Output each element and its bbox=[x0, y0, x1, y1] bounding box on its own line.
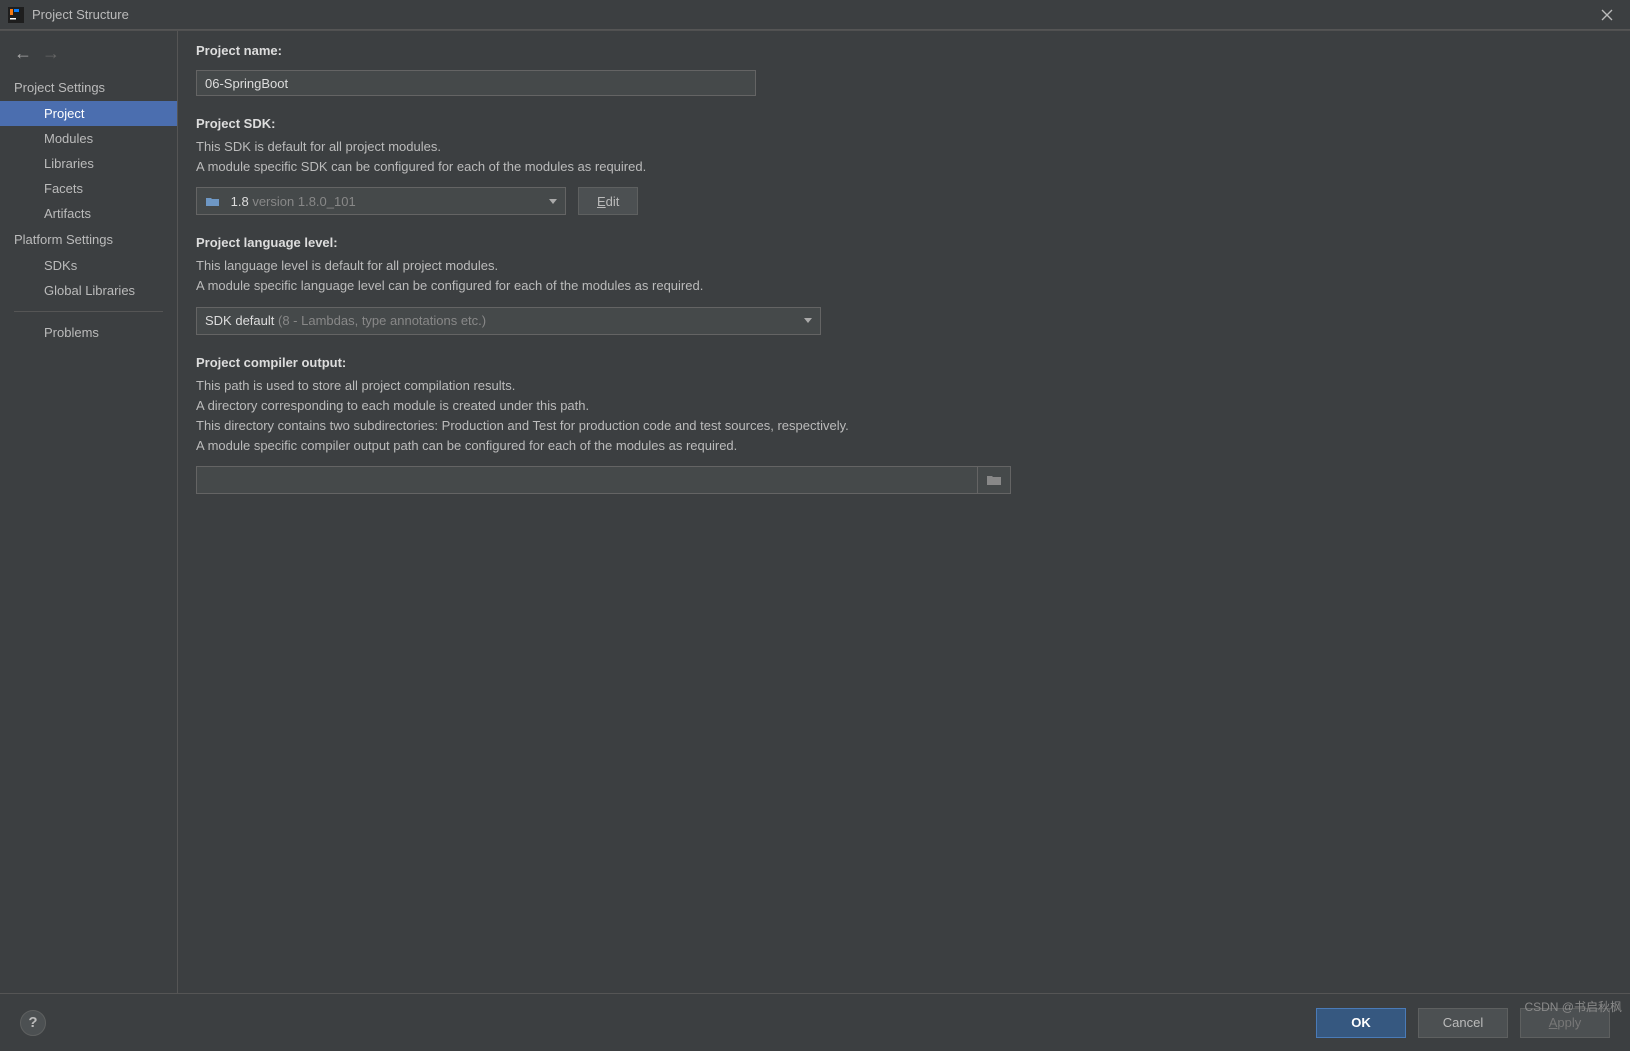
compiler-output-desc3: This directory contains two subdirectori… bbox=[196, 416, 1610, 436]
chevron-down-icon bbox=[549, 199, 557, 204]
project-name-input[interactable] bbox=[196, 70, 756, 96]
sidebar-heading-platform-settings: Platform Settings bbox=[0, 226, 177, 253]
langlevel-selected-sub: (8 - Lambdas, type annotations etc.) bbox=[278, 313, 486, 328]
sidebar-heading-project-settings: Project Settings bbox=[0, 74, 177, 101]
back-arrow-icon[interactable]: ← bbox=[14, 43, 32, 64]
project-name-section: Project name: bbox=[196, 43, 1610, 96]
footer: ? OK Cancel Apply bbox=[0, 993, 1630, 1051]
chevron-down-icon bbox=[804, 318, 812, 323]
sidebar-item-global-libraries[interactable]: Global Libraries bbox=[0, 278, 177, 303]
sdk-selected-main: 1.8 bbox=[231, 194, 249, 209]
cancel-button[interactable]: Cancel bbox=[1418, 1008, 1508, 1038]
project-sdk-section: Project SDK: This SDK is default for all… bbox=[196, 116, 1610, 215]
compiler-output-input[interactable] bbox=[196, 466, 977, 494]
language-level-desc1: This language level is default for all p… bbox=[196, 256, 1610, 276]
apply-button: Apply bbox=[1520, 1008, 1610, 1038]
compiler-output-desc2: A directory corresponding to each module… bbox=[196, 396, 1610, 416]
sidebar-divider bbox=[14, 311, 163, 312]
browse-button[interactable] bbox=[977, 466, 1011, 494]
sidebar: ← → Project Settings Project Modules Lib… bbox=[0, 31, 178, 993]
compiler-output-label: Project compiler output: bbox=[196, 355, 1610, 370]
titlebar: Project Structure bbox=[0, 0, 1630, 30]
sidebar-item-libraries[interactable]: Libraries bbox=[0, 151, 177, 176]
ok-button[interactable]: OK bbox=[1316, 1008, 1406, 1038]
sidebar-item-modules[interactable]: Modules bbox=[0, 126, 177, 151]
sidebar-item-artifacts[interactable]: Artifacts bbox=[0, 201, 177, 226]
compiler-output-section: Project compiler output: This path is us… bbox=[196, 355, 1610, 495]
folder-icon bbox=[986, 474, 1002, 486]
sidebar-item-problems[interactable]: Problems bbox=[0, 320, 177, 345]
help-button[interactable]: ? bbox=[20, 1010, 46, 1036]
sdk-selected-sub: version 1.8.0_101 bbox=[252, 194, 355, 209]
language-level-combo[interactable]: SDK default (8 - Lambdas, type annotatio… bbox=[196, 307, 821, 335]
project-sdk-combo[interactable]: 1.8 version 1.8.0_101 bbox=[196, 187, 566, 215]
compiler-output-desc4: A module specific compiler output path c… bbox=[196, 436, 1610, 456]
forward-arrow-icon: → bbox=[42, 43, 60, 64]
sidebar-item-facets[interactable]: Facets bbox=[0, 176, 177, 201]
content-panel: Project name: Project SDK: This SDK is d… bbox=[178, 31, 1630, 993]
langlevel-selected-main: SDK default bbox=[205, 313, 274, 328]
language-level-section: Project language level: This language le… bbox=[196, 235, 1610, 334]
project-sdk-desc1: This SDK is default for all project modu… bbox=[196, 137, 1610, 157]
close-button[interactable] bbox=[1592, 0, 1622, 30]
language-level-desc2: A module specific language level can be … bbox=[196, 276, 1610, 296]
language-level-label: Project language level: bbox=[196, 235, 1610, 250]
folder-icon bbox=[205, 196, 221, 208]
project-sdk-label: Project SDK: bbox=[196, 116, 1610, 131]
intellij-icon bbox=[8, 7, 24, 23]
compiler-output-desc1: This path is used to store all project c… bbox=[196, 376, 1610, 396]
window-title: Project Structure bbox=[32, 7, 129, 22]
project-name-label: Project name: bbox=[196, 43, 1610, 58]
sidebar-item-project[interactable]: Project bbox=[0, 101, 177, 126]
project-sdk-desc2: A module specific SDK can be configured … bbox=[196, 157, 1610, 177]
edit-sdk-button[interactable]: Edit bbox=[578, 187, 638, 215]
sidebar-item-sdks[interactable]: SDKs bbox=[0, 253, 177, 278]
